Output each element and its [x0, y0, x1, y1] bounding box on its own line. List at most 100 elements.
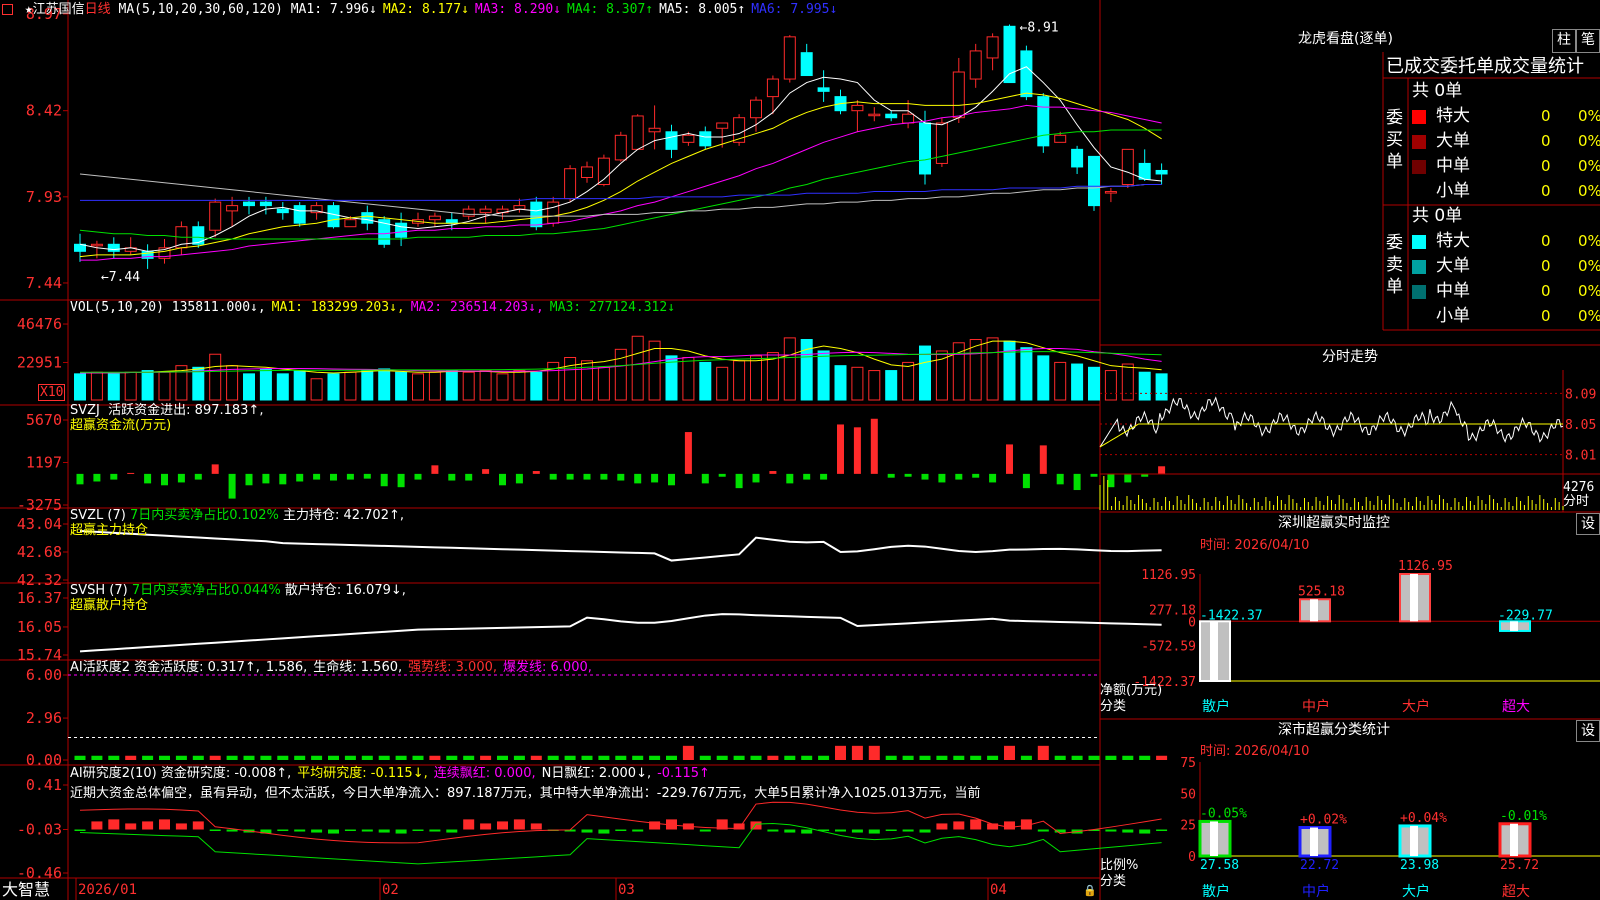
intraday-vol-unit: 分时 [1563, 494, 1590, 509]
ai1-bar [429, 755, 441, 760]
ma-line-3 [80, 104, 1162, 261]
y-tick-label: 7.93 [26, 188, 62, 206]
svzj-bar [921, 473, 929, 480]
monitor-category: 超大 [1502, 699, 1530, 715]
volume-bar [479, 370, 492, 401]
ai2-bar [429, 829, 441, 832]
ma-value-2: MA3: 8.290↓ [474, 2, 561, 17]
classify-category: 大户 [1402, 883, 1430, 900]
volume-bar [496, 373, 509, 401]
ai1-bar [885, 755, 897, 760]
ai2-bar [226, 829, 238, 832]
y-tick-label: -0.03 [17, 821, 62, 839]
ai1-bar [919, 755, 931, 760]
ma-line-2 [79, 92, 1162, 258]
tick-mode-button[interactable]: 笔 [1576, 29, 1600, 53]
ai2-bar [175, 823, 187, 830]
ai2-bar [108, 819, 120, 830]
ai2-bar [1139, 829, 1151, 834]
classify-bar-highlight [1210, 821, 1218, 856]
ai2-bar [311, 829, 323, 833]
volume-bar [310, 378, 323, 401]
ai1-bar [463, 755, 475, 760]
ai1-bar [361, 755, 373, 760]
ai2-value-3: N日飘红: 2.000↓, [541, 766, 652, 781]
order-percent: 0% [1578, 182, 1600, 200]
ai2-note: 近期大资金总体偏空，虽有异动，但不太活跃，今日大单净流入：897.187万元，其… [70, 786, 981, 801]
ai2-bar [497, 821, 508, 830]
star-icon[interactable]: ★ [25, 2, 33, 17]
y-tick-label: 5670 [26, 411, 62, 429]
y-tick-label: -3275 [17, 496, 62, 514]
x-tick-label: 04 [990, 882, 1007, 898]
ai2-bar [699, 829, 711, 832]
ai2-bar [159, 819, 170, 830]
volume-bar [361, 370, 374, 401]
ai1-values: 资金活跃度: 0.317↑, 1.586, 生命线: 1.560, 强势线: 3.00… [134, 660, 598, 675]
svzj-bar [955, 473, 963, 480]
bar-mode-button[interactable]: 柱 [1552, 29, 1576, 53]
volume-bar [513, 370, 526, 401]
volume-bar [902, 361, 915, 401]
y-tick-label: 16.37 [17, 589, 62, 607]
y-tick-label: 15.74 [17, 646, 62, 664]
ai2-bar [463, 819, 475, 830]
ai1-bar [277, 755, 289, 760]
candle-body [800, 52, 813, 77]
monitor-title: 深圳超赢实时监控 [1278, 515, 1390, 531]
ai2-bar [125, 823, 137, 830]
volume-bar [750, 355, 762, 401]
y-tick-label: 2.96 [26, 709, 62, 727]
candle-body [919, 122, 931, 175]
candle-body [344, 219, 357, 228]
ai1-bar [192, 755, 204, 760]
candle-body [259, 201, 272, 207]
ai2-bar [801, 829, 813, 834]
order-percent: 0% [1578, 232, 1600, 250]
ai1-value-1: 1.586, [265, 660, 308, 675]
svzj-title: SVZJ [70, 403, 100, 418]
volume-bar [631, 335, 644, 401]
stock-name[interactable]: 江苏国信 [33, 2, 85, 17]
period-label[interactable]: 日线 [85, 2, 111, 17]
ai2-bar [750, 821, 762, 830]
intraday-vol-label: 4276 [1563, 480, 1595, 495]
ai1-bar [226, 755, 238, 760]
volume-bar [243, 373, 255, 401]
vol-values: 135811.000↓, MA1: 183299.203↓, MA2: 236514… [172, 300, 681, 315]
svzj-header: SVZJ 活跃资金进出: 897.183↑, [70, 403, 263, 418]
svzl-part1: 7日内买卖净占比0.102% [129, 508, 279, 523]
dragon-tabs[interactable]: 已成交委托单成交量统计 [1386, 56, 1600, 78]
svzj-bar [1107, 473, 1115, 488]
svzj-bar [803, 473, 811, 480]
classify-settings-button[interactable]: 设 [1576, 720, 1600, 742]
ai1-bar [581, 755, 593, 760]
ai2-bar [1156, 829, 1168, 832]
order-percent: 0% [1578, 157, 1600, 175]
svzj-bar [296, 473, 304, 482]
ai1-bar [1139, 755, 1151, 760]
candle-body [276, 208, 289, 214]
order-size-label: 特大 [1436, 106, 1470, 126]
ai1-bar [970, 755, 982, 760]
monitor-settings-button[interactable]: 设 [1576, 513, 1600, 535]
x-tick-label: 03 [618, 882, 635, 898]
chart-canvas[interactable]: 8.978.427.937.44←8.91←7.4446476229515670… [0, 0, 1600, 900]
buy-orders-label: 委买单 [1386, 108, 1403, 172]
ma-value-5: MA6: 7.995↓ [751, 2, 838, 17]
lock-icon[interactable]: 🔒 [1083, 883, 1097, 898]
main-chart-header: ★江苏国信日线 MA(5,10,20,30,60,120) MA1: 7.996… [2, 2, 843, 17]
ai1-header: AI活跃度2 资金活跃度: 0.317↑, 1.586, 生命线: 1.560, 强势… [70, 660, 598, 675]
ma-header: MA(5,10,20,30,60,120) [118, 2, 283, 17]
volume-bar [834, 365, 847, 401]
ai2-bar [378, 829, 390, 833]
candle-body [226, 205, 239, 212]
ma-value-0: MA1: 7.996↓ [290, 2, 377, 17]
volume-bar [276, 373, 289, 401]
volume-bar [851, 366, 864, 401]
svzl-subtitle: 超赢主力持仓 [70, 523, 149, 538]
close-box-icon[interactable] [2, 4, 13, 15]
classify-value: 23.98 [1400, 858, 1439, 873]
ai1-bar [159, 755, 170, 760]
sell-total: 共 0单 [1412, 206, 1463, 226]
